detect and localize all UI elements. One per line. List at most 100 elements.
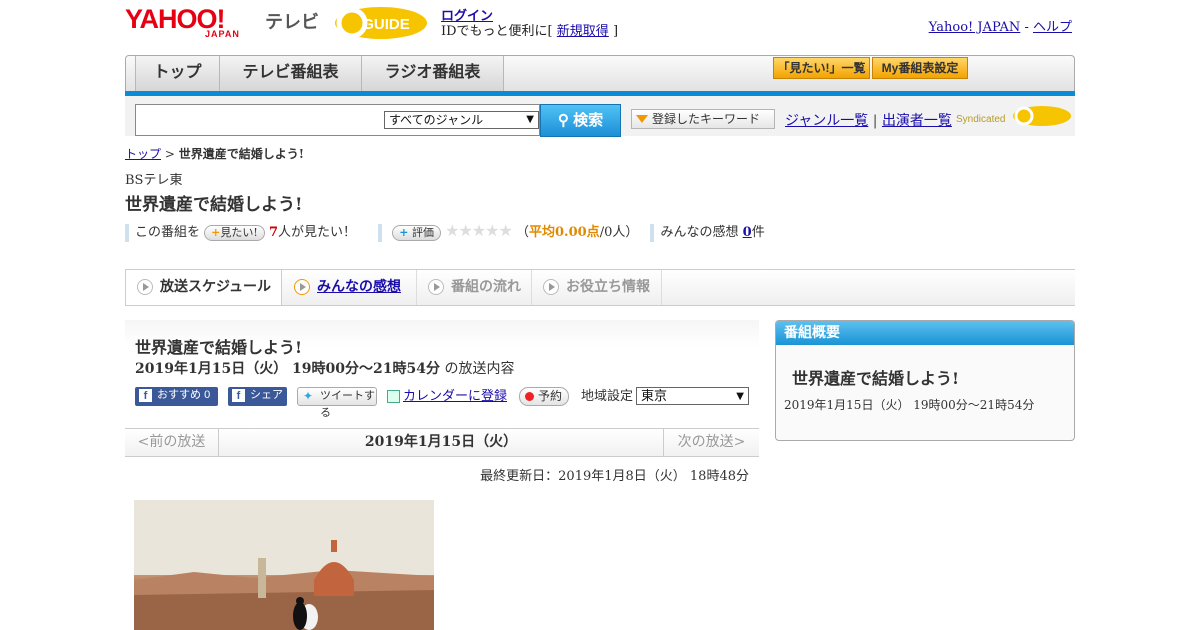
program-overview-date: 2019年1月15日（火） 19時00分～21時54分: [784, 398, 1035, 412]
this-program-label: この番組を: [135, 225, 201, 240]
calendar-link[interactable]: カレンダーに登録: [387, 387, 507, 406]
hyouka-button[interactable]: + 評価: [392, 224, 441, 241]
register-link[interactable]: 新規取得: [557, 24, 609, 39]
record-icon: [525, 392, 534, 401]
breadcrumb-top-link[interactable]: トップ: [125, 147, 161, 161]
nav-tab-radio[interactable]: ラジオ番組表: [362, 56, 504, 91]
svg-text:GUIDE: GUIDE: [362, 16, 410, 33]
mitai-button-label: 見たい!: [220, 225, 258, 239]
facebook-icon: f: [232, 389, 245, 402]
genre-select-value: すべてのジャンル: [389, 113, 484, 127]
share-row: f おすすめ 0 f シェア ✦ ツイートする カレンダーに登録 予約 地域設定 東京…: [135, 387, 755, 419]
next-broadcast-button[interactable]: 次の放送>: [663, 429, 759, 456]
last-updated: 最終更新日：2019年1月8日（火） 18時48分: [480, 469, 749, 484]
region-label: 地域設定: [581, 389, 634, 404]
search-icon: ⚲: [557, 112, 569, 129]
mitai-list-button[interactable]: 「見たい!」一覧: [773, 57, 870, 79]
syndicated-gguide-logo: Syndicated: [956, 104, 1071, 126]
chevron-down-icon: ▼: [736, 391, 744, 402]
calendar-label: カレンダーに登録: [403, 389, 508, 404]
channel-name: BSテレ東: [125, 173, 183, 188]
rating-people: /0人）: [599, 225, 639, 240]
play-icon: [137, 279, 153, 295]
login-subtext: IDでもっと便利に[ 新規取得 ]: [441, 20, 618, 39]
kansou-count-link[interactable]: 0: [743, 225, 752, 240]
rating-stars: ★★★★★: [445, 221, 513, 240]
main-nav: トップ テレビ番組表 ラジオ番組表 「見たい!」一覧 My番組表設定: [125, 55, 1075, 91]
facebook-icon: f: [139, 389, 152, 402]
schedule-date: 2019年1月15日（火） 19時00分～21時54分 の放送内容: [135, 358, 514, 378]
region-select[interactable]: 東京 ▼: [636, 387, 749, 405]
tab-flow[interactable]: 番組の流れ: [417, 270, 532, 305]
play-icon: [428, 279, 444, 295]
yahoo-japan-subtext: JAPAN: [205, 29, 240, 39]
osusume-count: 0: [204, 389, 211, 401]
program-photo: [134, 500, 434, 630]
genre-select[interactable]: すべてのジャンル ▼: [384, 111, 539, 129]
facebook-osusume-button[interactable]: f おすすめ 0: [135, 387, 218, 406]
mitai-button[interactable]: +見たい!: [204, 224, 265, 241]
calendar-icon: [387, 390, 400, 403]
rating-average: 平均0.00点: [529, 225, 600, 240]
program-overview-panel: 番組概要 世界遺産で結婚しよう! 2019年1月15日（火） 19時00分～21…: [775, 320, 1075, 441]
share-label: シェア: [250, 389, 283, 401]
divider: [650, 223, 655, 242]
tab-schedule[interactable]: 放送スケジュール: [125, 269, 282, 305]
schedule-date-suffix: の放送内容: [444, 361, 515, 377]
mitai-suffix: 人が見たい！: [277, 225, 356, 240]
kansou-suffix: 件: [751, 225, 765, 240]
broadcast-pager: <前の放送 2019年1月15日（火） 次の放送>: [125, 428, 759, 457]
mitai-count: 7: [268, 225, 278, 240]
page-title: 世界遺産で結婚しよう!: [125, 195, 303, 215]
program-info-row: この番組を +見たい! 7人が見たい！ + 評価 ★★★★★ （平均0.00点/…: [125, 221, 825, 242]
prev-broadcast-button[interactable]: <前の放送: [125, 429, 219, 456]
divider: [125, 223, 129, 242]
tweet-button[interactable]: ✦ ツイートする: [297, 387, 377, 419]
rating-open: （: [516, 225, 530, 240]
tab-kansou-link[interactable]: みんなの感想: [317, 278, 401, 294]
tab-kansou[interactable]: みんなの感想: [283, 270, 417, 305]
content-tabs: 放送スケジュール みんなの感想 番組の流れ お役立ち情報: [125, 269, 1075, 306]
search-links: ジャンル一覧 | 出演者一覧: [785, 110, 952, 130]
tab-info-label: お役立ち情報: [566, 278, 650, 294]
header-links: Yahoo! JAPAN - ヘルプ: [929, 16, 1072, 35]
tweet-label: ツイートする: [320, 390, 375, 419]
nav-tab-top[interactable]: トップ: [135, 56, 220, 91]
schedule-date-value: 2019年1月15日（火） 19時00分～21時54分: [135, 361, 440, 377]
tv-logo-text: テレビ: [265, 12, 319, 32]
tab-schedule-label: 放送スケジュール: [160, 278, 272, 294]
program-overview-header: 番組概要: [776, 321, 1074, 345]
login-sub-close: ]: [612, 24, 619, 39]
genre-list-link[interactable]: ジャンル一覧: [785, 113, 868, 129]
facebook-share-button[interactable]: f シェア: [228, 387, 287, 406]
plus-icon: +: [211, 225, 221, 239]
schedule-title: 世界遺産で結婚しよう!: [135, 338, 303, 357]
kansou-label: みんなの感想: [660, 225, 739, 240]
syndicated-text: Syndicated: [956, 114, 1006, 125]
breadcrumb: トップ > 世界遺産で結婚しよう!: [125, 145, 304, 162]
tab-info[interactable]: お役立ち情報: [532, 270, 662, 305]
region-select-value: 東京: [641, 389, 668, 404]
search-button-label: 検索: [573, 112, 604, 129]
osusume-label: おすすめ: [157, 389, 201, 401]
yoyaku-button[interactable]: 予約: [519, 387, 569, 406]
login-sub-text: IDでもっと便利に[: [441, 24, 553, 39]
hyouka-button-label: 評価: [412, 225, 434, 239]
yahoo-japan-link[interactable]: Yahoo! JAPAN: [929, 20, 1021, 35]
my-bangumi-button[interactable]: My番組表設定: [872, 57, 968, 79]
play-icon: [543, 279, 559, 295]
nav-tab-tv[interactable]: テレビ番組表: [220, 56, 362, 91]
link-separator: |: [872, 113, 878, 129]
breadcrumb-current: 世界遺産で結婚しよう!: [178, 147, 305, 161]
keyword-button[interactable]: 登録したキーワード: [631, 109, 775, 129]
tab-flow-label: 番組の流れ: [451, 278, 521, 294]
search-button[interactable]: ⚲ 検索: [540, 104, 621, 137]
chevron-down-icon: ▼: [526, 114, 534, 125]
performer-list-link[interactable]: 出演者一覧: [882, 113, 952, 129]
program-overview-title: 世界遺産で結婚しよう!: [792, 369, 960, 388]
gguide-logo: GUIDE: [334, 5, 429, 41]
breadcrumb-separator: >: [164, 147, 175, 161]
help-link[interactable]: ヘルプ: [1033, 20, 1072, 35]
yoyaku-label: 予約: [538, 389, 563, 403]
twitter-bird-icon: ✦: [303, 389, 314, 403]
